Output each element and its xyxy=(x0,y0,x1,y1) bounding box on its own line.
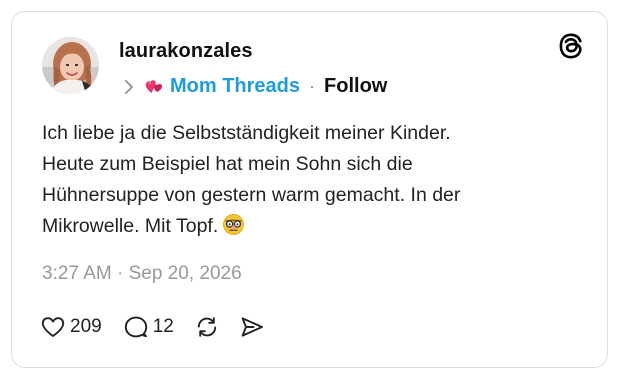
post-timestamp[interactable]: 3:27 AM · Sep 20, 2026 xyxy=(42,263,242,285)
community-row: Mom Threads · Follow xyxy=(123,73,387,99)
post-text: Ich liebe ja die Selbstständigkeit meine… xyxy=(42,118,582,242)
post-text-line: Heute zum Beispiel hat mein Sohn sich di… xyxy=(42,153,413,175)
username[interactable]: laurakonzales xyxy=(119,40,253,63)
reply-count: 12 xyxy=(152,316,174,337)
like-button[interactable]: 209 xyxy=(40,314,102,340)
chevron-right-icon xyxy=(125,79,133,94)
avatar[interactable] xyxy=(42,37,99,94)
like-count: 209 xyxy=(70,316,102,337)
post-text-last-line: Mikrowelle. Mit Topf. xyxy=(42,211,582,242)
threads-logo-icon[interactable] xyxy=(557,32,585,60)
comment-icon xyxy=(124,316,147,338)
post-card: laurakonzales Mom Threads · Follow Ich l… xyxy=(11,11,608,368)
share-button[interactable] xyxy=(239,314,265,340)
separator-dot: · xyxy=(309,75,316,96)
send-icon xyxy=(241,317,263,337)
heart-icon xyxy=(41,317,65,337)
post-text-line: Mikrowelle. Mit Topf. xyxy=(42,215,219,237)
repost-button[interactable] xyxy=(194,314,220,340)
avatar-photo xyxy=(42,37,99,94)
post-text-line: Hühnersuppe von gestern warm gemacht. In… xyxy=(42,184,461,206)
community-link[interactable]: Mom Threads xyxy=(170,75,300,98)
repost-icon xyxy=(197,317,216,337)
action-bar: 209 12 xyxy=(40,312,265,342)
pink-hearts-icon xyxy=(145,79,163,93)
post-text-line: Ich liebe ja die Selbstständigkeit meine… xyxy=(42,122,451,144)
reply-button[interactable]: 12 xyxy=(123,314,174,340)
follow-button[interactable]: Follow xyxy=(324,75,387,98)
disguised-face-emoji xyxy=(223,214,245,235)
